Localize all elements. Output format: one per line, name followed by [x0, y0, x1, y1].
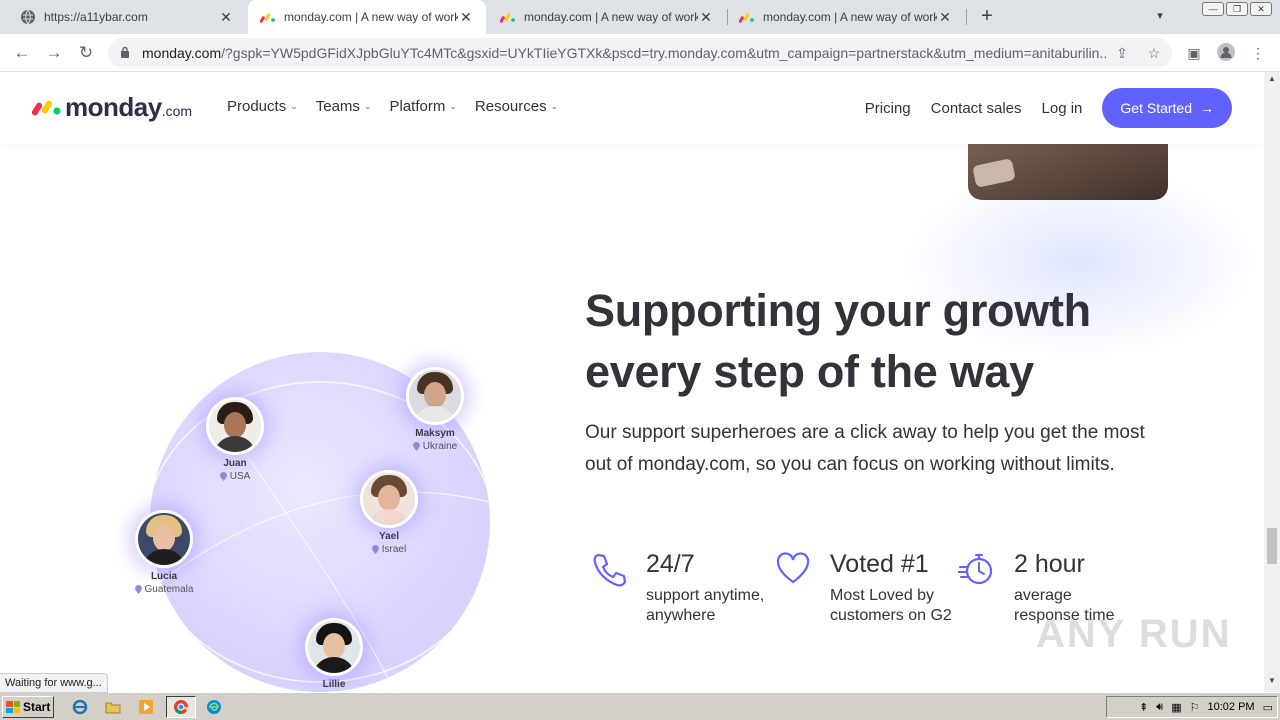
section-description: Our support superheroes are a click away… [585, 422, 1145, 475]
kebab-menu-icon[interactable]: ⋮ [1248, 43, 1268, 63]
close-tab-icon[interactable]: ✕ [698, 9, 714, 26]
chevron-down-icon: ⌄ [363, 101, 372, 111]
browser-toolbar: ← → ↻ monday.com/?gspk=YW5pdGFidXJpbGluY… [0, 34, 1280, 72]
avatar [135, 510, 193, 568]
close-tab-icon[interactable]: ✕ [458, 9, 474, 26]
stopwatch-icon [958, 554, 993, 585]
contact-sales-link[interactable]: Contact sales [931, 100, 1022, 117]
windows-taskbar: Start ⇞ 🔊︎ ▦ ⚐ 10:02 PM ▭ [0, 692, 1280, 720]
monday-logo-icon [500, 13, 515, 23]
login-link[interactable]: Log in [1042, 100, 1083, 117]
monday-logo-icon [739, 13, 754, 23]
browser-status-text: Waiting for www.g... [0, 673, 108, 693]
tray-expand-icon[interactable]: ⇞ [1139, 701, 1148, 714]
reload-icon[interactable]: ↻ [74, 41, 98, 65]
url-text: monday.com/?gspk=YW5pdGFidXJpbGluYTc4MTc… [142, 45, 1107, 61]
back-arrow-icon[interactable]: ← [10, 41, 34, 65]
nav-resources[interactable]: Resources ⌄ [475, 98, 558, 115]
team-member-maksym: Maksym Ukraine [375, 367, 495, 452]
taskbar-clock[interactable]: 10:02 PM [1208, 701, 1255, 713]
close-window-icon[interactable]: ✕ [1250, 2, 1272, 16]
stat-voted: Voted #1 Most Loved by customers on G2 [774, 548, 954, 658]
tab-search-chevron-icon[interactable]: ▾ [1152, 9, 1168, 25]
chrome-icon[interactable] [166, 696, 196, 718]
new-tab-icon[interactable]: + [976, 5, 998, 27]
scrollbar-thumb[interactable] [1267, 528, 1277, 564]
address-bar[interactable]: monday.com/?gspk=YW5pdGFidXJpbGluYTc4MTc… [108, 38, 1172, 68]
show-desktop-icon[interactable]: ▭ [1263, 701, 1273, 714]
team-member-lillie: Lillie [274, 618, 394, 690]
anyrun-watermark: ANY RUN [1036, 612, 1232, 656]
location-pin-icon [219, 472, 227, 481]
location-pin-icon [134, 585, 142, 594]
side-panel-icon[interactable]: ▣ [1184, 43, 1204, 63]
nav-platform[interactable]: Platform ⌄ [389, 98, 456, 115]
minimize-icon[interactable]: — [1202, 2, 1224, 16]
avatar [206, 397, 264, 455]
monday-logo-icon [260, 13, 275, 23]
forward-arrow-icon[interactable]: → [42, 41, 66, 65]
lock-icon[interactable] [120, 46, 130, 58]
page-viewport: monday .com Products ⌄ Teams ⌄ Platform ⌄ R… [0, 72, 1264, 692]
start-button[interactable]: Start [2, 696, 54, 718]
tab-a11ybar[interactable]: https://a11ybar.com ✕ [8, 0, 246, 34]
tab-monday-3[interactable]: monday.com | A new way of working ✕ [727, 0, 965, 34]
chevron-down-icon: ⌄ [550, 101, 559, 111]
scroll-up-icon[interactable]: ▲ [1264, 74, 1280, 88]
chevron-down-icon: ⌄ [449, 101, 457, 111]
header-actions: Pricing Contact sales Log in Get Started… [865, 88, 1232, 128]
section-headline: Supporting your growth every step of the… [585, 285, 1091, 397]
avatar [360, 470, 418, 528]
system-tray: ⇞ 🔊︎ ▦ ⚐ 10:02 PM ▭ [1106, 696, 1278, 718]
nav-teams[interactable]: Teams ⌄ [316, 98, 372, 115]
close-tab-icon[interactable]: ✕ [218, 9, 234, 26]
window-controls: — ❐ ✕ [1202, 2, 1272, 16]
main-nav: Products ⌄ Teams ⌄ Platform ⌄ Resources ⌄ [227, 98, 558, 115]
browser-tab-bar: https://a11ybar.com ✕ monday.com | A new… [0, 0, 1280, 34]
location-pin-icon [412, 442, 420, 451]
monday-logo[interactable]: monday .com [32, 92, 192, 122]
stat-availability: 24/7 support anytime, anywhere [590, 548, 770, 658]
page-scrollbar[interactable]: ▲ ▼ [1264, 72, 1280, 692]
profile-avatar-icon[interactable] [1216, 43, 1236, 63]
restore-icon[interactable]: ❐ [1226, 2, 1248, 16]
phone-icon [593, 553, 627, 587]
scroll-down-icon[interactable]: ▼ [1264, 676, 1280, 690]
team-member-juan: Juan USA [175, 397, 295, 482]
media-player-icon[interactable] [134, 696, 158, 718]
globe-icon [21, 9, 35, 25]
edge-icon[interactable] [202, 696, 226, 718]
monday-logo-mark-icon [32, 100, 61, 116]
volume-icon[interactable]: 🔊︎ [1156, 701, 1163, 714]
share-icon[interactable]: ⇪ [1114, 45, 1130, 61]
site-header: monday .com Products ⌄ Teams ⌄ Platform ⌄ R… [0, 72, 1264, 144]
nav-products[interactable]: Products ⌄ [227, 98, 298, 115]
file-explorer-icon[interactable] [101, 696, 125, 718]
chevron-down-icon: ⌄ [290, 101, 298, 111]
pricing-link[interactable]: Pricing [865, 100, 911, 117]
action-center-flag-icon[interactable]: ⚐ [1190, 701, 1200, 714]
tab-divider [966, 9, 967, 25]
team-member-yael: Yael Israel [329, 470, 449, 555]
close-tab-icon[interactable]: ✕ [937, 9, 953, 26]
network-icon[interactable]: ▦ [1171, 701, 1181, 714]
tab-monday-active[interactable]: monday.com | A new way of working ✕ [248, 0, 486, 34]
team-member-lucia: Lucia Guatemala [104, 510, 224, 595]
internet-explorer-icon[interactable] [68, 696, 92, 718]
location-pin-icon [371, 545, 379, 554]
avatar [305, 618, 363, 676]
windows-flag-icon [6, 701, 20, 713]
arrow-right-icon: → [1200, 100, 1214, 116]
avatar [406, 367, 464, 425]
bookmark-star-icon[interactable]: ☆ [1146, 45, 1162, 61]
heart-icon [776, 552, 810, 584]
get-started-button[interactable]: Get Started → [1102, 88, 1232, 128]
support-team-globe: Juan USA Maksym Ukraine Yael Israel Luci… [90, 342, 520, 692]
tab-monday-2[interactable]: monday.com | A new way of working ✕ [488, 0, 726, 34]
